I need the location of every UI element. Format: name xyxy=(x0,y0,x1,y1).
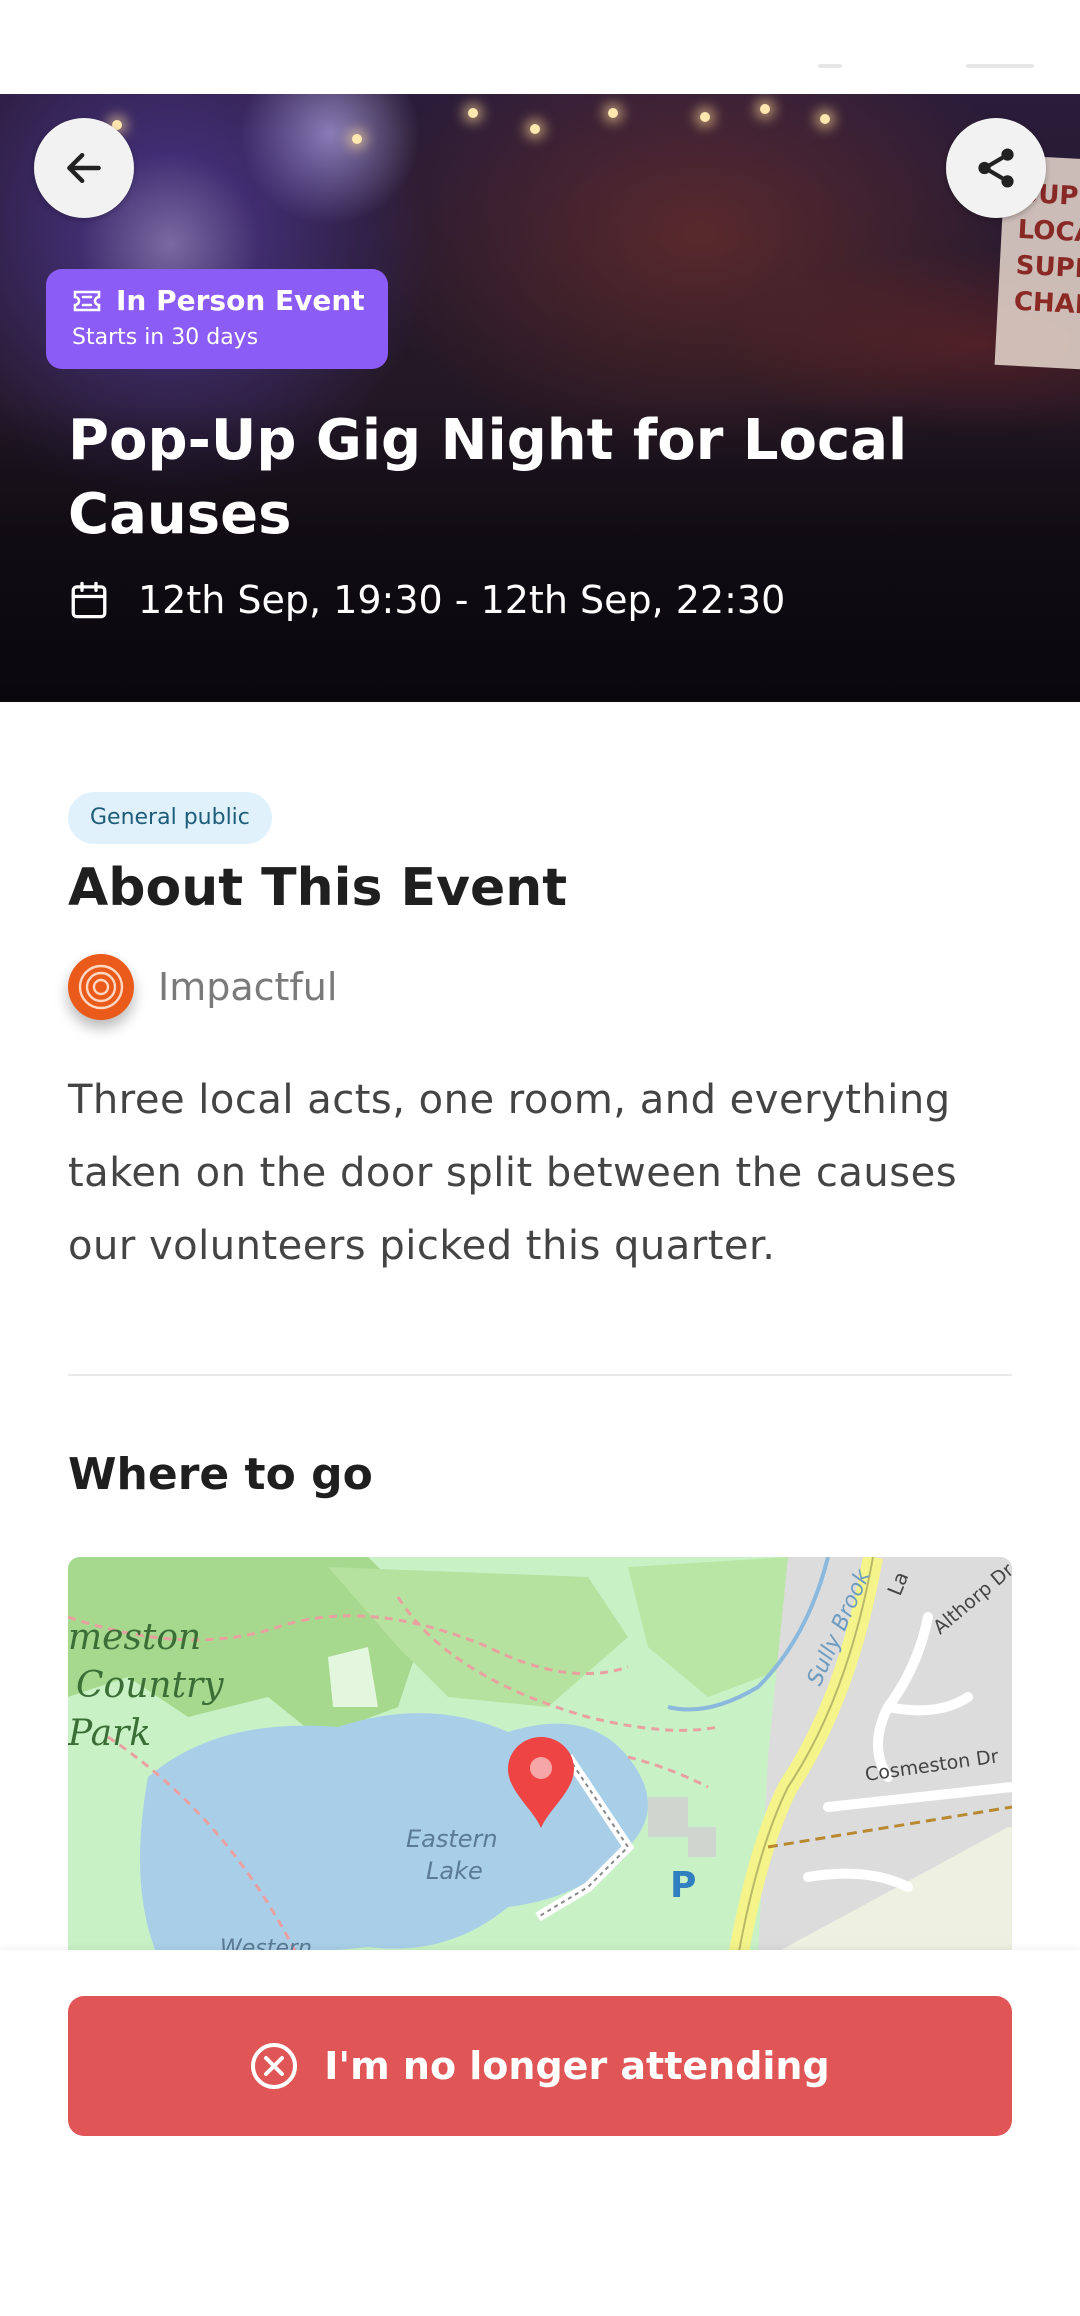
event-title: Pop-Up Gig Night for Local Causes xyxy=(68,408,908,547)
event-type-label: In Person Event xyxy=(116,284,365,317)
event-dates: 12th Sep, 19:30 - 12th Sep, 22:30 xyxy=(68,578,785,622)
event-date-range: 12th Sep, 19:30 - 12th Sep, 22:30 xyxy=(138,578,786,622)
event-type-badge: In Person Event Starts in 30 days xyxy=(46,269,388,369)
stage-light xyxy=(700,112,710,122)
status-bar xyxy=(0,0,1080,94)
calendar-icon xyxy=(71,581,107,619)
section-divider xyxy=(68,1374,1012,1376)
hero-banner: SUPPORT LOCAL SUPPORT CHANGE In Person E… xyxy=(0,94,1080,702)
event-countdown: Starts in 30 days xyxy=(72,325,259,350)
event-description: Three local acts, one room, and everythi… xyxy=(68,1077,958,1269)
share-icon xyxy=(978,148,1014,188)
map-label-lake: Lake xyxy=(426,1857,483,1885)
target-icon xyxy=(78,964,124,1010)
status-indicator xyxy=(818,64,842,68)
map-label-lake: Eastern xyxy=(406,1825,498,1853)
location-heading: Where to go xyxy=(68,1449,373,1500)
cancel-attendance-button[interactable]: I'm no longer attending xyxy=(68,1996,1012,2136)
arrow-left-icon xyxy=(67,152,101,184)
stage-light xyxy=(352,134,362,144)
share-button[interactable] xyxy=(946,118,1046,218)
stage-light xyxy=(820,114,830,124)
map-label-park: Country xyxy=(76,1665,224,1706)
location-map[interactable]: meston Country Park Eastern Lake Western… xyxy=(68,1557,1012,1957)
about-heading: About This Event xyxy=(68,858,568,918)
back-button[interactable] xyxy=(34,118,134,218)
map-label-park: meston xyxy=(68,1617,201,1658)
organizer[interactable]: Impactful xyxy=(68,954,337,1020)
stage-light xyxy=(608,108,618,118)
close-circle-icon xyxy=(251,2043,298,2089)
bottom-action-bar: I'm no longer attending xyxy=(0,1950,1080,2316)
stage-light xyxy=(760,104,770,114)
parking-icon: P xyxy=(670,1865,696,1906)
cancel-attendance-label: I'm no longer attending xyxy=(324,2044,830,2088)
organizer-logo xyxy=(68,954,134,1020)
audience-badge: General public xyxy=(68,792,272,844)
stage-light xyxy=(530,124,540,134)
map-canvas: meston Country Park Eastern Lake Western… xyxy=(68,1557,1012,1957)
ticket-icon xyxy=(73,290,101,312)
organizer-name: Impactful xyxy=(158,965,338,1009)
stage-light xyxy=(468,108,478,118)
status-indicator xyxy=(966,64,1034,68)
map-label-park: Park xyxy=(68,1713,151,1754)
